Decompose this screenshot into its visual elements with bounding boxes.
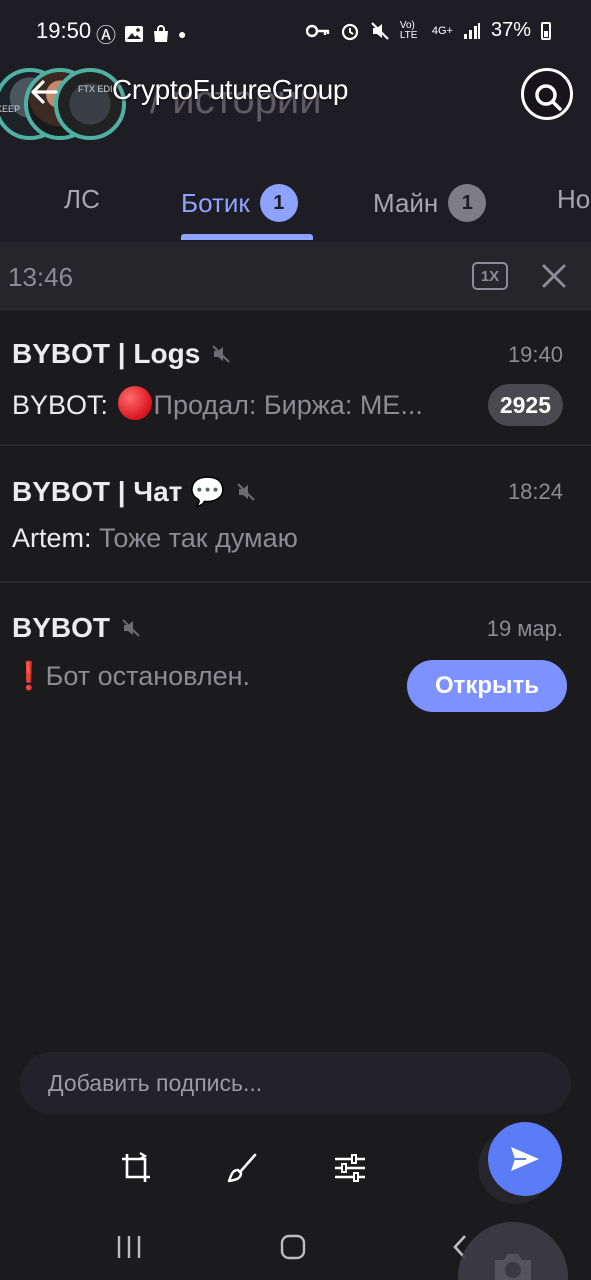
brush-icon[interactable]	[224, 1150, 260, 1186]
chat-preview: Artem: Тоже так думаю	[12, 523, 462, 554]
camera-icon	[495, 1254, 531, 1280]
preview-sender: BYBOT:	[12, 390, 109, 420]
network-type-label: 4G+	[431, 24, 453, 37]
tab-botik[interactable]: Ботик 1	[181, 184, 298, 222]
alarm-icon	[341, 23, 358, 40]
back-arrow-icon[interactable]	[28, 76, 60, 108]
bag-icon	[154, 24, 168, 42]
status-system-icons: Vo) LTE 4G+ 37%	[305, 19, 551, 42]
search-icon	[535, 84, 562, 111]
status-time: 19:50	[36, 18, 92, 43]
dot-icon: ●	[178, 25, 187, 42]
home-icon[interactable]	[278, 1232, 308, 1262]
unread-count-badge: 2925	[487, 384, 563, 426]
image-icon	[125, 25, 143, 42]
muted-icon	[237, 482, 255, 501]
search-button[interactable]	[521, 68, 573, 120]
close-icon[interactable]	[540, 262, 568, 290]
caption-field[interactable]	[20, 1052, 571, 1114]
preview-sender: Artem:	[12, 523, 92, 553]
volte-icon: Vo) LTE	[399, 19, 418, 41]
battery-icon	[541, 21, 551, 40]
chat-name: BYBOT | Чат 💬	[12, 476, 225, 507]
preview-text: Тоже так думаю	[99, 523, 298, 553]
audio-player-bar[interactable]: 13:46 1X	[0, 242, 591, 310]
folder-tabs: ЛС Ботик 1 Майн 1 Но	[0, 160, 591, 242]
audio-time: 13:46	[8, 262, 74, 292]
preview-text: Бот остановлен.	[45, 661, 251, 691]
avatar-label: FTX EDI	[78, 84, 113, 94]
adjust-sliders-icon[interactable]	[332, 1150, 368, 1186]
tab-main[interactable]: Майн 1	[373, 184, 487, 222]
tab-new[interactable]: Но	[557, 184, 590, 215]
playback-speed-button[interactable]: 1X	[472, 262, 508, 290]
chat-name-row: BYBOT | Чат 💬	[12, 475, 257, 508]
tab-label: Ботик	[181, 187, 250, 218]
chat-row[interactable]: BYBOT 19 мар. ❗Бот остановлен. Открыть	[0, 584, 591, 720]
tab-ls[interactable]: ЛС	[64, 184, 100, 215]
chat-row[interactable]: BYBOT | Чат 💬 18:24 Artem: Тоже так дума…	[0, 447, 591, 583]
chat-preview: ❗Бот остановлен.	[12, 660, 392, 692]
tab-label: ЛС	[64, 184, 100, 214]
recent-apps-icon[interactable]	[114, 1232, 144, 1262]
exclamation-icon: ❗	[12, 661, 46, 691]
anarchy-icon: Ⓐ	[96, 25, 116, 47]
tab-label: Но	[557, 184, 591, 214]
signal-icon	[463, 22, 480, 39]
preview-text: Продал: Биржа: ME...	[153, 390, 423, 420]
chat-time: 19 мар.	[486, 616, 563, 641]
muted-icon	[122, 619, 140, 637]
chat-preview: BYBOT: Продал: Биржа: ME...	[12, 386, 462, 421]
chat-time: 18:24	[507, 479, 563, 504]
red-circle-emoji-icon	[117, 386, 152, 420]
send-icon	[511, 1147, 539, 1171]
mute-icon	[371, 21, 389, 40]
chat-header: / истории KEEP FTX EDI CryptoFutureGroup	[0, 60, 591, 160]
caption-input[interactable]	[48, 1052, 538, 1114]
open-bot-button[interactable]: Открыть	[407, 660, 567, 712]
tab-unread-badge: 1	[448, 184, 487, 222]
tab-label: Майн	[373, 187, 439, 218]
tab-unread-badge: 1	[259, 184, 298, 222]
chat-time: 19:40	[507, 342, 563, 367]
chat-name: BYBOT	[12, 612, 110, 643]
muted-icon	[212, 345, 230, 363]
battery-percent: 37%	[490, 19, 531, 41]
chat-name-row: BYBOT	[12, 612, 142, 644]
status-bar: 19:50 Ⓐ ● Vo) LTE 4G+ 37%	[0, 0, 591, 60]
chat-name: BYBOT | Logs	[12, 338, 201, 369]
status-notification-icons: Ⓐ ●	[96, 19, 186, 48]
photo-edit-toolbar	[0, 1116, 591, 1214]
chat-name-row: BYBOT | Logs	[12, 338, 232, 370]
key-icon	[305, 24, 330, 37]
avatar-label: KEEP	[0, 104, 21, 114]
chat-row[interactable]: BYBOT | Logs 19:40 BYBOT: Продал: Биржа:…	[0, 310, 591, 446]
chat-title: CryptoFutureGroup	[112, 74, 349, 105]
active-tab-indicator	[181, 234, 313, 240]
empty-area	[0, 716, 591, 1106]
crop-rotate-icon[interactable]	[118, 1150, 154, 1186]
send-button[interactable]	[488, 1122, 562, 1196]
